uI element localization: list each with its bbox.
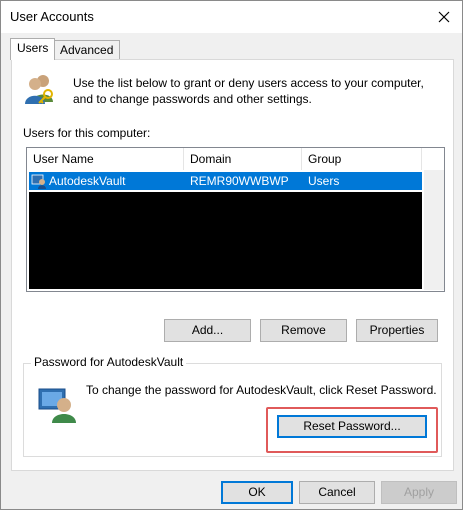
intro-line-2: and to change passwords and other settin… (73, 92, 312, 106)
tab-advanced-label: Advanced (60, 43, 114, 57)
apply-button[interactable]: Apply (381, 481, 457, 504)
properties-button[interactable]: Properties (356, 319, 438, 342)
close-button[interactable] (432, 5, 456, 29)
ok-button[interactable]: OK (221, 481, 293, 504)
column-header-user-name[interactable]: User Name (27, 148, 184, 170)
user-row-icon (31, 174, 46, 189)
cancel-button[interactable]: Cancel (299, 481, 375, 504)
password-instructions: To change the password for AutodeskVault… (86, 383, 437, 397)
add-button[interactable]: Add... (164, 319, 251, 342)
tab-users[interactable]: Users (10, 38, 56, 60)
listview-header: User Name Domain Group (27, 148, 444, 170)
intro-line-1: Use the list below to grant or deny user… (73, 76, 424, 90)
cell-user-name: AutodeskVault (49, 174, 126, 188)
remove-button[interactable]: Remove (260, 319, 347, 342)
tab-users-label: Users (17, 41, 49, 55)
cell-domain: REMR90WWBWP (190, 174, 289, 188)
intro-text: Use the list below to grant or deny user… (73, 75, 443, 107)
column-header-group[interactable]: Group (302, 148, 422, 170)
password-group-title: Password for AutodeskVault (31, 355, 187, 369)
title-bar: User Accounts (1, 1, 462, 33)
window-title: User Accounts (10, 9, 94, 24)
redacted-rows (29, 192, 422, 289)
close-icon (438, 11, 450, 23)
user-accounts-window: User Accounts Users Advanced Use the lis… (0, 0, 463, 510)
users-listview[interactable]: User Name Domain Group AutodeskVault REM… (26, 147, 445, 292)
password-user-icon (38, 388, 76, 423)
tab-advanced[interactable]: Advanced (53, 40, 121, 61)
table-row[interactable]: AutodeskVault REMR90WWBWP Users (29, 172, 422, 190)
column-header-domain[interactable]: Domain (184, 148, 302, 170)
users-list-label: Users for this computer: (23, 126, 151, 140)
users-key-icon (25, 75, 53, 104)
reset-password-button[interactable]: Reset Password... (277, 415, 427, 438)
cell-group: Users (308, 174, 340, 188)
vertical-scrollbar[interactable] (424, 170, 444, 290)
